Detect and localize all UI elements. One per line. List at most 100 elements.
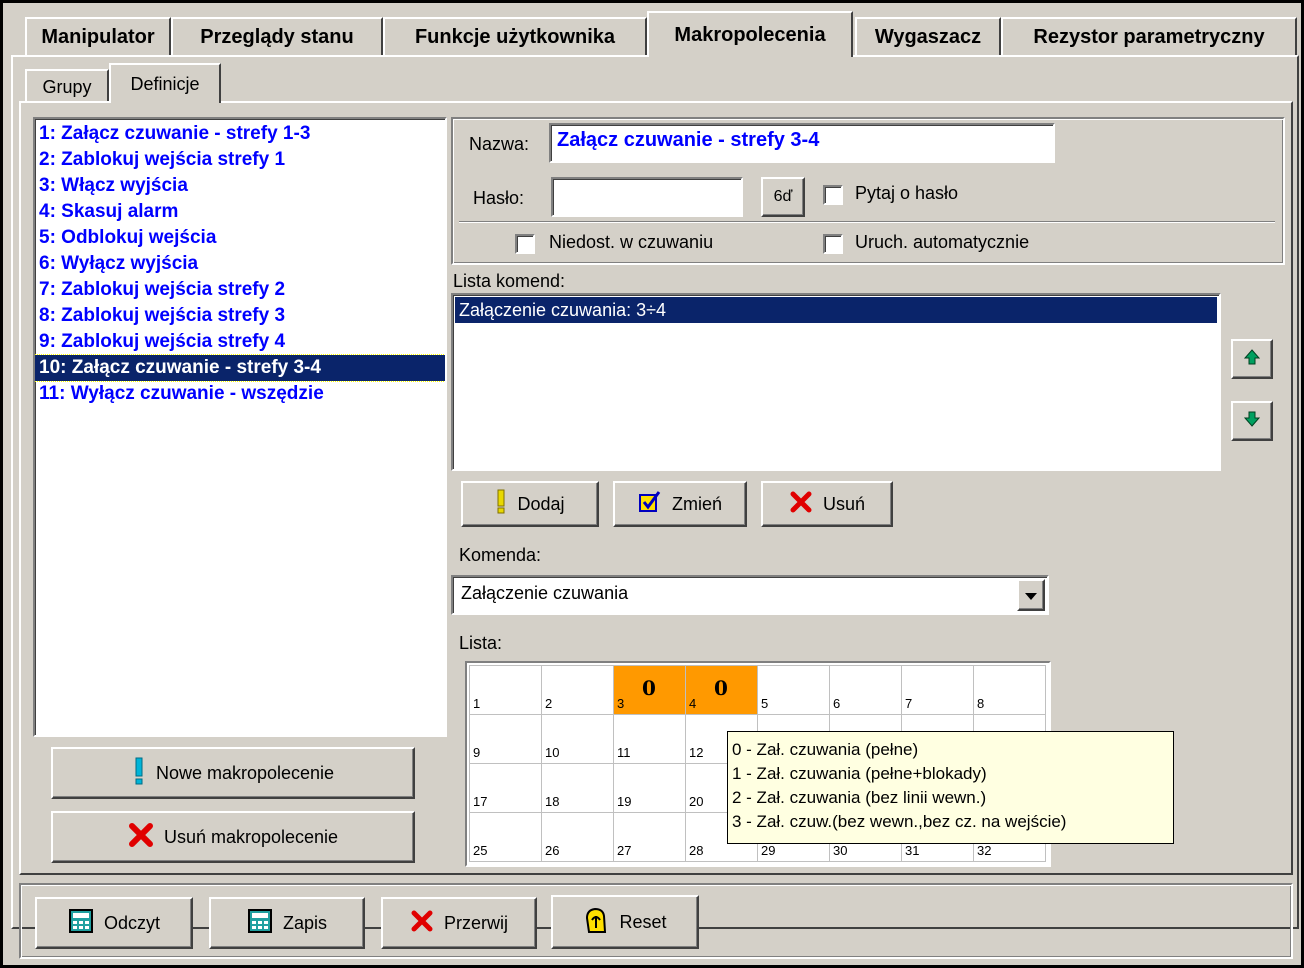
reset-label: Reset	[619, 911, 667, 932]
grid-label: Lista:	[459, 633, 503, 653]
macro-list-item[interactable]: 1: Załącz czuwanie - strefy 1-3	[35, 121, 445, 147]
tab-rezystor-parametryczny[interactable]: Rezystor parametryczny	[1001, 17, 1297, 55]
grid-cell[interactable]: 19	[613, 763, 686, 813]
red-x-icon	[128, 822, 154, 853]
command-item-selected[interactable]: Załączenie czuwania: 3÷4	[455, 297, 1217, 323]
add-command-button[interactable]: Dodaj	[461, 481, 599, 527]
grid-cell[interactable]: 8	[973, 665, 1046, 715]
red-x-icon	[410, 909, 434, 938]
grid-cell[interactable]: 1	[469, 665, 542, 715]
grid-cell[interactable]: 9	[469, 714, 542, 764]
macro-list-item[interactable]: 5: Odblokuj wejścia	[35, 225, 445, 251]
add-command-label: Dodaj	[517, 493, 565, 514]
write-label: Zapis	[282, 912, 327, 933]
macro-list-item[interactable]: 8: Zablokuj wejścia strefy 3	[35, 303, 445, 329]
name-label: Nazwa:	[469, 134, 530, 154]
delete-command-label: Usuń	[822, 493, 866, 514]
tab-manipulator[interactable]: Manipulator	[25, 17, 171, 55]
grid-cell-number: 10	[545, 745, 560, 760]
grid-cell[interactable]: 26	[541, 812, 614, 862]
macro-list[interactable]: 1: Załącz czuwanie - strefy 1-3 2: Zablok…	[33, 117, 447, 737]
tooltip-line: 0 - Zał. czuwania (pełne)	[732, 740, 919, 759]
move-up-button[interactable]	[1231, 339, 1273, 379]
grid-cell-number: 25	[473, 843, 488, 858]
grid-cell[interactable]: 5	[757, 665, 830, 715]
macro-list-item[interactable]: 9: Zablokuj wejścia strefy 4	[35, 329, 445, 355]
red-x-icon	[789, 490, 813, 519]
grid-cell-number: 8	[977, 696, 985, 711]
autostart-label: Uruch. automatycznie	[855, 232, 1030, 252]
change-command-button[interactable]: Zmień	[613, 481, 747, 527]
read-button[interactable]: Odczyt	[35, 897, 193, 949]
tab-wygaszacz[interactable]: Wygaszacz	[855, 17, 1001, 55]
unavailable-armed-checkbox[interactable]	[515, 234, 535, 254]
ask-password-checkbox[interactable]	[823, 185, 843, 205]
grid-cell-number: 11	[617, 745, 631, 760]
grid-cell[interactable]: 2	[541, 665, 614, 715]
grid-cell[interactable]: 7	[901, 665, 974, 715]
grid-cell-number: 26	[545, 843, 560, 858]
tab-definicje[interactable]: Definicje	[109, 63, 221, 103]
grid-cell-number: 5	[761, 696, 769, 711]
macro-list-item[interactable]: 2: Zablokuj wejścia strefy 1	[35, 147, 445, 173]
arrow-down-icon	[1243, 410, 1261, 433]
new-macro-button[interactable]: Nowe makropolecenie	[51, 747, 415, 799]
macro-list-item[interactable]: 3: Włącz wyjścia	[35, 173, 445, 199]
delete-command-button[interactable]: Usuń	[761, 481, 893, 527]
new-macro-label: Nowe makropolecenie	[155, 762, 335, 783]
tab-makropolecenia[interactable]: Makropolecenia	[647, 11, 853, 57]
macro-list-item[interactable]: 4: Skasuj alarm	[35, 199, 445, 225]
grid-cell-number: 32	[977, 843, 992, 858]
macro-list-item[interactable]: 7: Zablokuj wejścia strefy 2	[35, 277, 445, 303]
abort-button[interactable]: Przerwij	[381, 897, 537, 949]
macro-list-item-selected[interactable]: 10: Załącz czuwanie - strefy 3-4	[35, 354, 445, 382]
grid-cell-number: 20	[689, 794, 704, 809]
grid-cell-number: 9	[473, 745, 481, 760]
grid-cell-number: 27	[617, 843, 632, 858]
grid-cell[interactable]: 40	[685, 665, 758, 715]
commands-list-label: Lista komend:	[453, 271, 566, 291]
read-label: Odczyt	[103, 912, 160, 933]
grid-cell[interactable]: 17	[469, 763, 542, 813]
tooltip-line: 3 - Zał. czuw.(bez wewn.,bez cz. na wejś…	[732, 812, 1067, 831]
grid-cell-number: 12	[689, 745, 704, 760]
move-down-button[interactable]	[1231, 401, 1273, 441]
tooltip: 0 - Zał. czuwania (pełne) 1 - Zał. czuwa…	[727, 731, 1174, 844]
dropdown-arrow-button[interactable]	[1017, 579, 1045, 611]
write-button[interactable]: Zapis	[209, 897, 365, 949]
tab-przeglady-stanu[interactable]: Przeglądy stanu	[171, 17, 383, 55]
delete-macro-button[interactable]: Usuń makropolecenie	[51, 811, 415, 863]
grid-cell-number: 4	[689, 696, 697, 711]
tab-funkcje-uzytkownika[interactable]: Funkcje użytkownika	[383, 17, 647, 55]
grid-cell-number: 30	[833, 843, 848, 858]
command-select-label: Komenda:	[459, 545, 542, 565]
autostart-checkbox[interactable]	[823, 234, 843, 254]
grid-cell-number: 17	[473, 794, 488, 809]
grid-cell[interactable]: 10	[541, 714, 614, 764]
tooltip-line: 1 - Zał. czuwania (pełne+blokady)	[732, 764, 987, 783]
grid-cell-number: 31	[905, 843, 920, 858]
grid-cell[interactable]: 30	[613, 665, 686, 715]
macro-list-item[interactable]: 11: Wyłącz czuwanie - wszędzie	[35, 381, 445, 407]
grid-cell[interactable]: 6	[829, 665, 902, 715]
password-label: Hasło:	[473, 188, 525, 208]
grid-cell[interactable]: 27	[613, 812, 686, 862]
grid-cell[interactable]: 25	[469, 812, 542, 862]
commands-list[interactable]: Załączenie czuwania: 3÷4	[451, 293, 1221, 471]
glasses-icon: 6ď	[773, 188, 793, 205]
grid-cell[interactable]: 11	[613, 714, 686, 764]
macro-list-item[interactable]: 6: Wyłącz wyjścia	[35, 251, 445, 277]
password-input[interactable]	[551, 177, 743, 217]
tooltip-line: 2 - Zał. czuwania (bez linii wewn.)	[732, 788, 987, 807]
name-input[interactable]: Załącz czuwanie - strefy 3-4	[549, 123, 1055, 163]
command-select[interactable]: Załączenie czuwania	[451, 575, 1049, 615]
tab-grupy[interactable]: Grupy	[25, 69, 109, 103]
grid-cell-number: 7	[905, 696, 913, 711]
grid-cell[interactable]: 18	[541, 763, 614, 813]
exclamation-icon	[495, 489, 507, 520]
show-password-button[interactable]: 6ď	[761, 177, 805, 217]
grid-cell-number: 2	[545, 696, 553, 711]
grid-cell-number: 3	[617, 696, 625, 711]
details-divider	[459, 221, 1275, 223]
reset-button[interactable]: Reset	[551, 895, 699, 949]
